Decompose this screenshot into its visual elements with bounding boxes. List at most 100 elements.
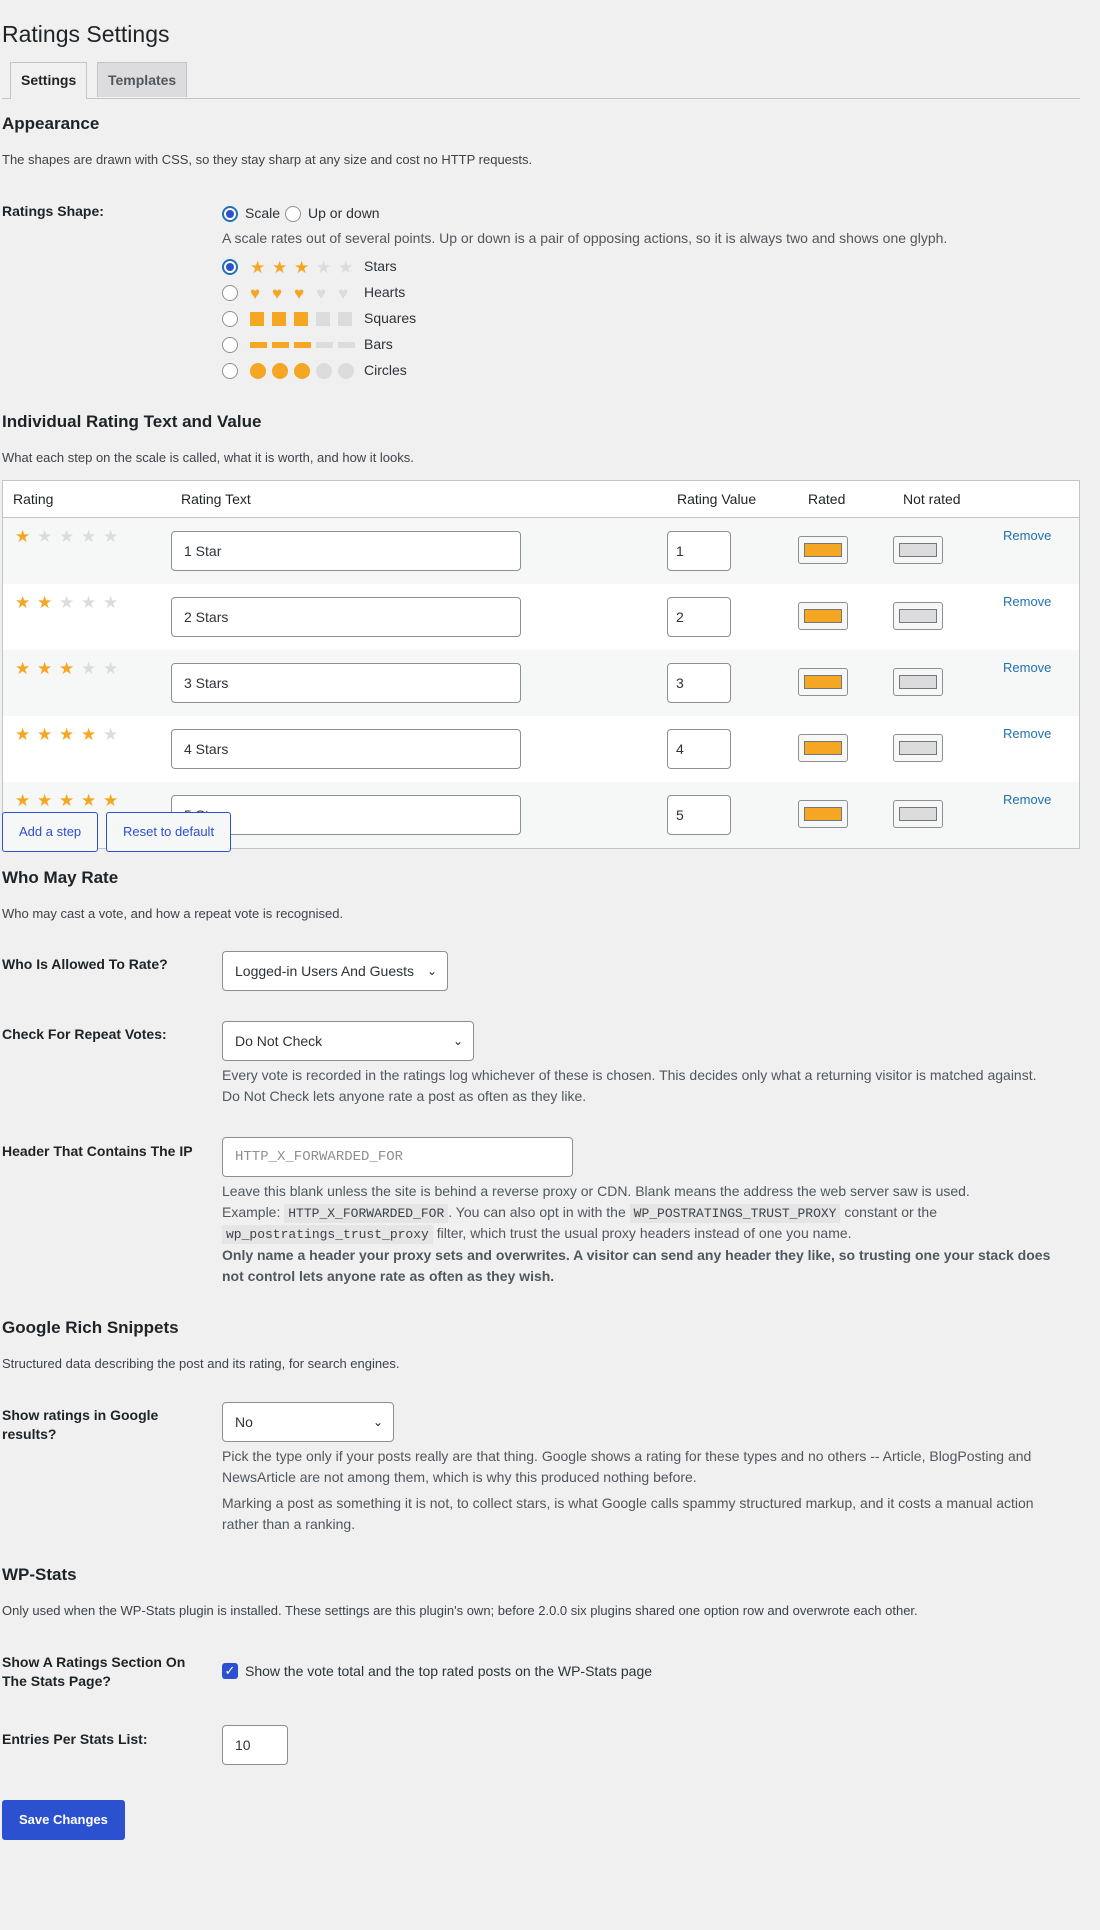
shape-circles-radio[interactable]: [222, 363, 238, 379]
rated-color-picker[interactable]: [798, 799, 848, 828]
repeat-label: Check For Repeat Votes:: [2, 1026, 167, 1042]
star-icon: ★: [59, 593, 75, 612]
square-icon: [316, 312, 330, 326]
shape-bars-radio[interactable]: [222, 337, 238, 353]
not-rated-color-picker[interactable]: [893, 535, 943, 564]
chevron-down-icon: ⌄: [426, 964, 437, 978]
save-changes-button[interactable]: Save Changes: [2, 1800, 125, 1840]
col-not-rated: Not rated: [893, 480, 1003, 518]
star-icon: ★: [37, 791, 53, 810]
shape-stars-label: Stars: [364, 258, 397, 274]
rating-text-input[interactable]: [171, 663, 521, 703]
code-snippet: HTTP_X_FORWARDED_FOR: [284, 1204, 449, 1223]
rating-text-input[interactable]: [171, 597, 521, 637]
individual-heading: Individual Rating Text and Value: [2, 412, 262, 431]
remove-step-link[interactable]: Remove: [1003, 660, 1051, 675]
shape-stars-radio[interactable]: [222, 259, 238, 275]
rated-color-picker[interactable]: [798, 535, 848, 564]
star-icon: ★: [103, 659, 119, 678]
stats-section-checkbox-label: Show the vote total and the top rated po…: [245, 1663, 653, 1679]
mode-updown-label: Up or down: [308, 205, 380, 221]
rating-value-input[interactable]: [667, 663, 731, 703]
col-actions: [1003, 480, 1080, 518]
not-rated-color-picker[interactable]: [893, 601, 943, 630]
page-title: Ratings Settings: [2, 21, 170, 47]
col-rating: Rating: [2, 480, 171, 518]
star-icon: ★: [103, 593, 119, 612]
individual-desc: What each step on the scale is called, w…: [2, 450, 414, 465]
tab-settings[interactable]: Settings: [10, 62, 88, 99]
square-icon: [338, 312, 352, 326]
wpstats-heading: WP-Stats: [2, 1565, 77, 1584]
tab-templates[interactable]: Templates: [97, 62, 188, 97]
wpstats-desc: Only used when the WP-Stats plugin is in…: [2, 1603, 918, 1618]
heart-icon: ♥: [272, 283, 283, 303]
ip-help-3: wp_postratings_trust_proxy filter, which…: [222, 1223, 1072, 1245]
who-heading: Who May Rate: [2, 868, 119, 887]
circle-icon: [338, 363, 354, 379]
remove-step-link[interactable]: Remove: [1003, 792, 1051, 807]
who-desc: Who may cast a vote, and how a repeat vo…: [2, 906, 344, 921]
rated-color-picker[interactable]: [798, 601, 848, 630]
col-rating-text: Rating Text: [171, 480, 667, 518]
shape-squares-radio[interactable]: [222, 311, 238, 327]
stats-section-checkbox[interactable]: ✓: [222, 1663, 238, 1679]
heart-icon: ♥: [316, 283, 327, 303]
heart-icon: ♥: [338, 283, 349, 303]
reset-default-button[interactable]: Reset to default: [106, 812, 232, 852]
square-icon: [272, 312, 286, 326]
add-step-button[interactable]: Add a step: [2, 812, 99, 852]
rated-color-picker[interactable]: [798, 733, 848, 762]
google-heading: Google Rich Snippets: [2, 1318, 179, 1337]
google-show-label: Show ratings in Google results?: [2, 1407, 159, 1442]
remove-step-link[interactable]: Remove: [1003, 726, 1051, 741]
tab-bar: Settings Templates: [2, 62, 1080, 99]
star-icon: ★: [81, 659, 97, 678]
not-rated-color-picker[interactable]: [893, 733, 943, 762]
rating-value-input[interactable]: [667, 795, 731, 835]
circle-icon: [294, 363, 310, 379]
mode-updown-radio[interactable]: [285, 206, 301, 222]
circle-icon: [272, 363, 288, 379]
remove-step-link[interactable]: Remove: [1003, 594, 1051, 609]
rating-value-input[interactable]: [667, 729, 731, 769]
star-icon: ★: [15, 527, 31, 546]
rating-value-input[interactable]: [667, 597, 731, 637]
shape-circles-preview: [250, 362, 354, 380]
rating-text-input[interactable]: [171, 729, 521, 769]
table-row: ★ ★ ★ ★ ★ Remove: [2, 517, 1080, 584]
rating-text-input[interactable]: [171, 531, 521, 571]
mode-scale-radio[interactable]: [222, 206, 238, 222]
rated-color-picker[interactable]: [798, 667, 848, 696]
remove-step-link[interactable]: Remove: [1003, 528, 1051, 543]
table-row: ★ ★ ★ ★ ★ Remove: [3, 584, 1080, 650]
not-rated-color-picker[interactable]: [893, 799, 943, 828]
google-help-1: Pick the type only if your posts really …: [222, 1448, 1032, 1485]
google-show-select[interactable]: No ⌄: [222, 1402, 394, 1442]
ip-header-input[interactable]: HTTP_X_FORWARDED_FOR: [222, 1137, 573, 1177]
stats-section-label: Show A Ratings Section On The Stats Page…: [2, 1654, 186, 1689]
entries-input[interactable]: 10: [222, 1725, 288, 1765]
circle-icon: [250, 363, 266, 379]
not-rated-color-picker[interactable]: [893, 667, 943, 696]
allowed-select[interactable]: Logged-in Users And Guests ⌄: [222, 951, 448, 991]
square-icon: [294, 312, 308, 326]
bar-icon: [294, 342, 311, 348]
shape-hearts-radio[interactable]: [222, 285, 238, 301]
code-snippet: WP_POSTRATINGS_TRUST_PROXY: [629, 1204, 841, 1223]
star-icon: ★: [37, 725, 53, 744]
settings-page: Ratings Settings Settings Templates: [0, 0, 1080, 99]
bar-icon: [272, 342, 289, 348]
star-icon: ★: [37, 659, 53, 678]
ip-label: Header That Contains The IP: [2, 1143, 193, 1159]
repeat-select-value: Do Not Check: [235, 1033, 323, 1049]
star-icon: ★: [59, 791, 75, 810]
ratings-shape-label: Ratings Shape:: [2, 203, 104, 219]
appearance-desc: The shapes are drawn with CSS, so they s…: [2, 152, 533, 167]
col-rating-value: Rating Value: [667, 480, 798, 518]
ip-warning: Only name a header your proxy sets and o…: [222, 1247, 1051, 1284]
rating-value-input[interactable]: [667, 531, 731, 571]
shape-squares-label: Squares: [364, 310, 417, 326]
repeat-select[interactable]: Do Not Check ⌄: [222, 1021, 474, 1061]
star-icon: ★: [15, 791, 31, 810]
